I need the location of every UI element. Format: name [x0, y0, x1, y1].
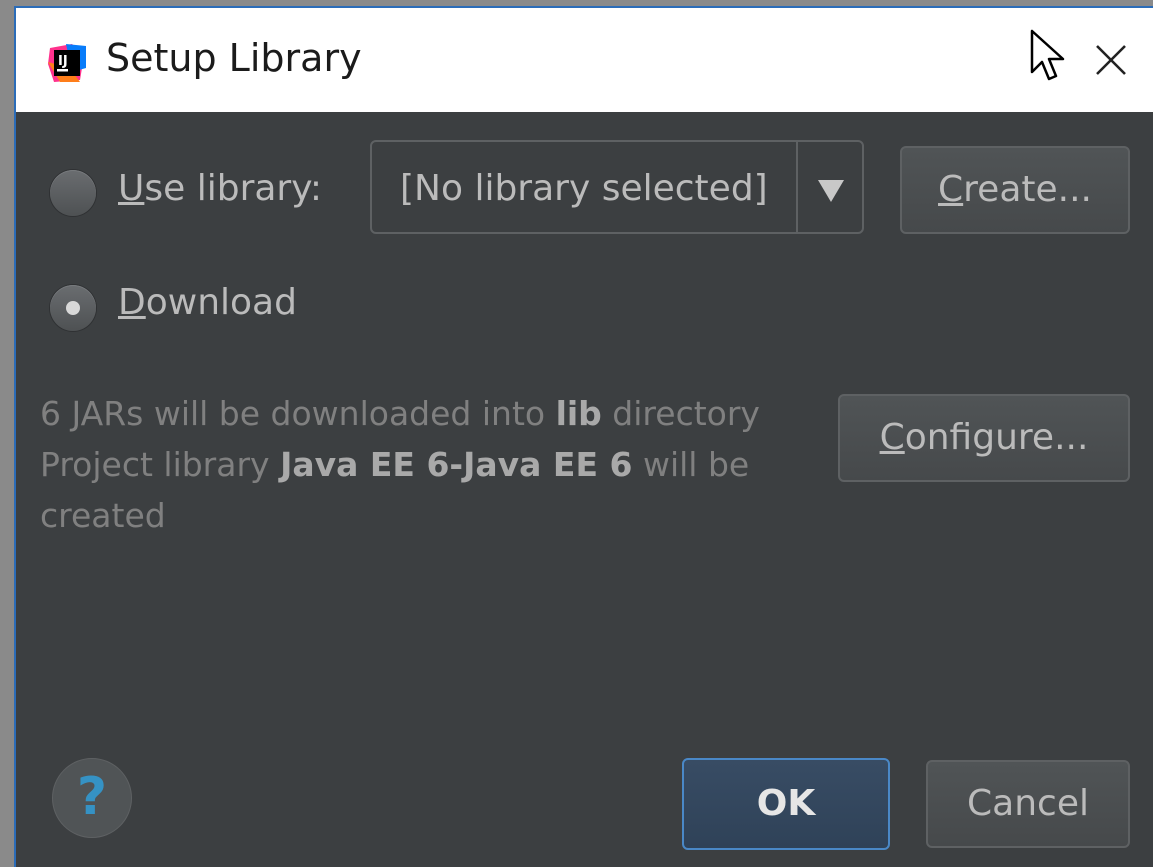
configure-button[interactable]: Configure... — [838, 394, 1130, 482]
description-line-1: 6 JARs will be downloaded into lib direc… — [40, 394, 760, 433]
mouse-pointer-icon — [1030, 29, 1065, 81]
ok-button[interactable]: OK — [682, 758, 890, 850]
description-line-2: Project library Java EE 6-Java EE 6 will… — [40, 445, 750, 484]
dialog-content: Use library: [No library selected] Creat… — [16, 112, 1153, 867]
library-select[interactable]: [No library selected] — [370, 140, 864, 234]
description-line-3: created — [40, 496, 166, 535]
download-radio[interactable] — [50, 285, 96, 331]
use-library-radio[interactable] — [50, 170, 96, 216]
use-library-label[interactable]: Use library: — [118, 168, 322, 209]
create-button[interactable]: Create... — [900, 146, 1130, 234]
dialog-title: Setup Library — [106, 36, 362, 80]
help-icon: ? — [76, 767, 108, 827]
dropdown-arrow-icon[interactable] — [818, 180, 844, 202]
cancel-button[interactable]: Cancel — [926, 760, 1130, 848]
intellij-idea-icon: IJ — [48, 44, 86, 82]
download-description: 6 JARs will be downloaded into lib direc… — [40, 388, 820, 541]
close-icon[interactable] — [1091, 40, 1131, 80]
radio-selected-dot — [66, 301, 80, 315]
svg-text:IJ: IJ — [58, 54, 68, 69]
title-bar: IJ Setup Library — [16, 8, 1153, 112]
library-select-value: [No library selected] — [400, 168, 768, 209]
combo-separator — [796, 142, 798, 232]
setup-library-dialog: IJ Setup Library Use library: [No librar… — [14, 6, 1153, 867]
help-button[interactable]: ? — [52, 758, 132, 838]
download-label[interactable]: Download — [118, 282, 297, 323]
